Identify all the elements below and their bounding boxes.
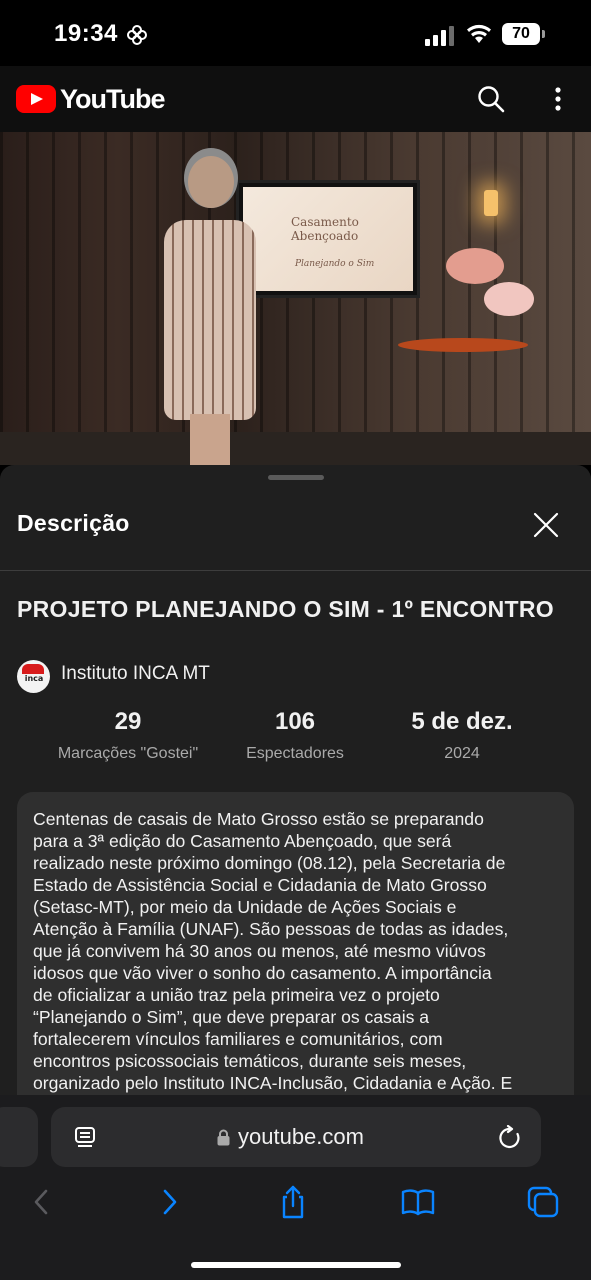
side-table: [398, 338, 528, 352]
lamp: [484, 190, 498, 216]
channel-avatar-logo-text: inca: [24, 674, 44, 683]
youtube-play-icon: [16, 85, 56, 113]
back-icon[interactable]: [24, 1184, 60, 1220]
stat-value: 29: [114, 708, 142, 735]
status-time: 19:34: [54, 20, 118, 47]
stat-views: 106 Espectadores: [205, 708, 385, 763]
focus-flower-icon: [127, 25, 147, 45]
youtube-wordmark: YouTube: [60, 84, 165, 114]
status-bar: 19:34 70: [0, 0, 591, 66]
channel-name[interactable]: Instituto INCA MT: [61, 663, 210, 685]
cellular-signal-icon: [425, 26, 454, 46]
url-text[interactable]: youtube.com: [238, 1124, 364, 1150]
stat-likes: 29 Marcações "Gostei": [38, 708, 218, 763]
presenter: [150, 152, 276, 465]
previous-tab-peek[interactable]: [0, 1107, 38, 1167]
video-player[interactable]: Casamento Abençoado Planejando o Sim: [0, 132, 591, 465]
sheet-drag-handle[interactable]: [268, 475, 324, 480]
reload-icon[interactable]: [498, 1125, 522, 1151]
forward-icon[interactable]: [152, 1184, 188, 1220]
video-title: PROJETO PLANEJANDO O SIM - 1º ENCONTRO: [17, 596, 554, 622]
page-menu-icon[interactable]: [74, 1126, 96, 1150]
stat-label: Espectadores: [246, 745, 344, 762]
more-vert-icon[interactable]: [548, 84, 568, 114]
stat-date: 5 de dez. 2024: [372, 708, 552, 763]
divider: [0, 570, 591, 571]
sheet-title: Descrição: [17, 510, 130, 536]
home-indicator[interactable]: [191, 1262, 401, 1268]
tv-screen-title: Casamento Abençoado: [291, 215, 359, 243]
stat-value: 106: [274, 708, 316, 735]
description-box[interactable]: Centenas de casais de Mato Grosso estão …: [17, 792, 574, 1112]
description-text: Centenas de casais de Mato Grosso estão …: [33, 809, 513, 1093]
share-icon[interactable]: [275, 1184, 311, 1220]
channel-avatar[interactable]: inca: [17, 660, 50, 693]
tv-screen-subtitle: Planejando o Sim: [295, 259, 375, 269]
tabs-icon[interactable]: [525, 1184, 561, 1220]
search-icon[interactable]: [476, 84, 506, 114]
battery-level: 70: [502, 23, 540, 45]
close-icon[interactable]: [530, 509, 562, 541]
bookmarks-icon[interactable]: [400, 1184, 436, 1220]
stat-label: 2024: [444, 745, 480, 762]
stat-value: 5 de dez.: [411, 708, 513, 735]
lock-icon: [217, 1129, 230, 1146]
wifi-icon: [467, 24, 491, 43]
flowers: [446, 248, 536, 318]
youtube-logo[interactable]: YouTube: [16, 84, 165, 114]
stat-label: Marcações "Gostei": [57, 745, 199, 762]
battery-icon: 70: [502, 23, 546, 45]
